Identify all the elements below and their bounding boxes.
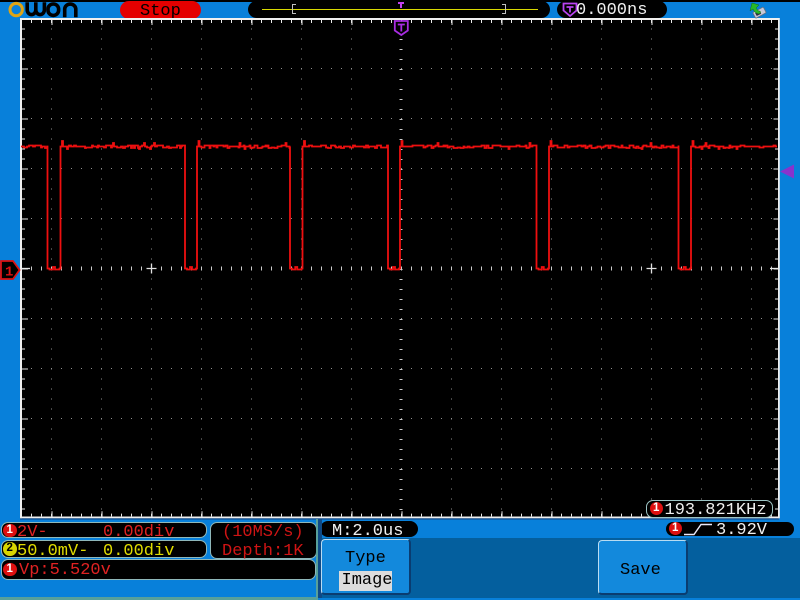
svg-text:1: 1 bbox=[5, 265, 13, 281]
